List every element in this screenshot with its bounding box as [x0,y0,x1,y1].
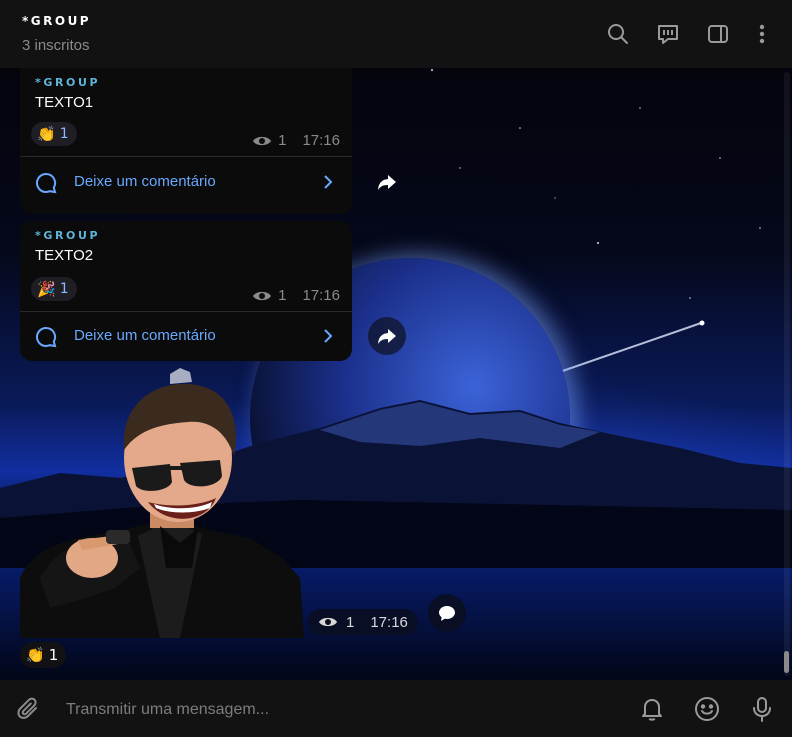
message-time: 17:16 [370,613,408,631]
scrollbar-thumb[interactable] [784,651,789,673]
subscriber-count: 3 inscritos [22,37,90,54]
emoji-smile-icon[interactable] [693,695,721,723]
share-button[interactable] [368,317,406,355]
message-bubble: *GROUP TEXTO1 👏 1 1 17:16 Deixe um comen… [20,68,352,214]
microphone-icon[interactable] [748,695,776,723]
sticker-comment-button[interactable] [428,594,466,632]
channel-title[interactable]: *GROUP [22,14,91,28]
message-composer [0,680,792,737]
view-count: 1 [278,287,287,304]
party-popper-emoji-icon: 🎉 [37,279,56,298]
views-eye-icon [253,291,272,300]
sidebar-toggle-icon[interactable] [706,22,730,46]
chat-area: *GROUP TEXTO1 👏 1 1 17:16 Deixe um comen… [0,68,792,680]
message-time: 17:16 [302,287,340,304]
view-count: 1 [278,132,287,149]
message-meta: 1 17:16 [252,132,340,149]
comment-bubble-icon [36,326,57,348]
chat-header: *GROUP 3 inscritos [0,0,792,68]
share-arrow-icon [378,329,396,344]
comment-bubble-icon [439,606,455,621]
more-vertical-icon[interactable] [750,22,774,46]
live-chat-icon[interactable] [656,22,680,46]
share-arrow-icon [378,175,396,190]
message-bubble: *GROUP TEXTO2 🎉 1 1 17:16 Deixe um comen… [20,221,352,361]
share-button[interactable] [368,163,406,201]
comment-bubble-icon [36,172,57,194]
sticker-meta: 1 17:16 [308,609,418,635]
scrollbar-track[interactable] [784,72,790,676]
message-meta: 1 17:16 [252,287,340,304]
view-count: 1 [346,613,355,631]
message-text: TEXTO2 [35,247,94,264]
reaction-count: 1 [48,646,59,664]
message-time: 17:16 [302,132,340,149]
chevron-right-icon [324,329,333,343]
leave-comment-button[interactable]: Deixe um comentário [20,158,352,206]
reaction-chip[interactable]: 👏 1 [31,122,77,146]
reaction-count: 1 [59,281,69,297]
paperclip-icon[interactable] [16,696,42,722]
leave-comment-label: Deixe um comentário [74,173,216,190]
message-sender[interactable]: *GROUP [35,229,100,242]
views-eye-icon [253,136,272,145]
message-input[interactable] [64,694,608,726]
message-text: TEXTO1 [35,94,94,111]
chevron-right-icon [324,175,333,189]
clap-emoji-icon: 👏 [26,646,45,664]
reaction-count: 1 [59,126,69,142]
reaction-chip[interactable]: 🎉 1 [31,277,77,301]
clap-emoji-icon: 👏 [37,124,56,143]
bell-icon[interactable] [638,695,666,723]
leave-comment-label: Deixe um comentário [74,327,216,344]
sticker-image[interactable] [20,368,304,638]
reaction-chip[interactable]: 👏 1 [20,642,67,668]
divider [20,156,352,157]
leave-comment-button[interactable]: Deixe um comentário [20,312,352,360]
message-sender[interactable]: *GROUP [35,76,100,89]
views-eye-icon [319,617,337,627]
search-icon[interactable] [606,22,630,46]
